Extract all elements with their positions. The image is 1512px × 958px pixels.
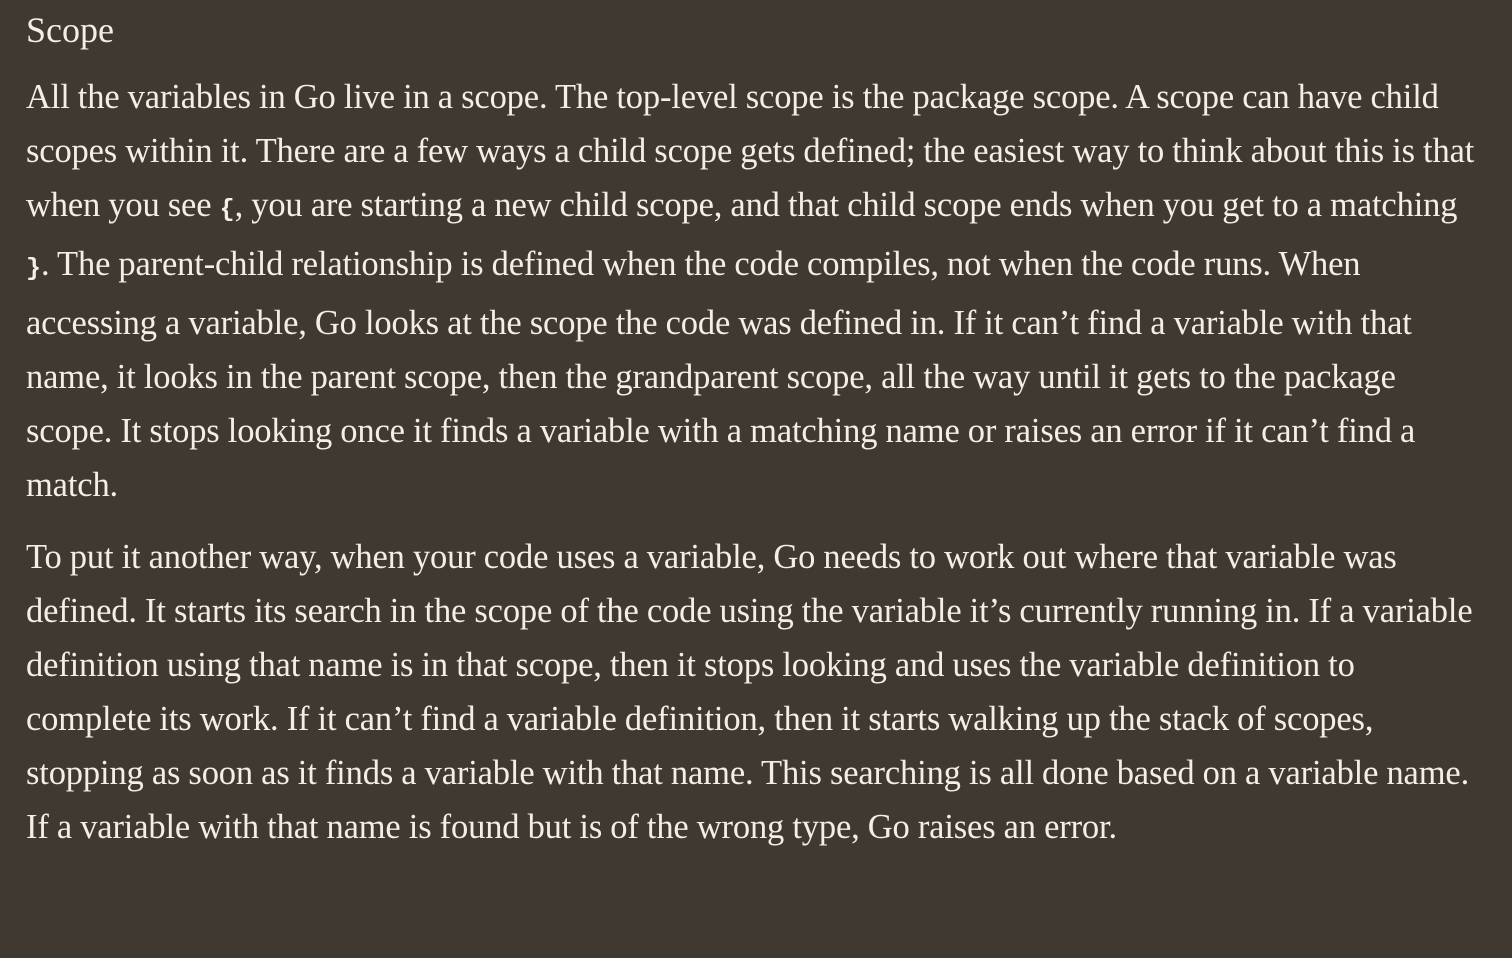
paragraph-scope-definition: All the variables in Go live in a scope.… [26, 70, 1486, 512]
paragraph-text: , you are starting a new child scope, an… [234, 186, 1458, 224]
close-brace-code: } [26, 254, 42, 283]
open-brace-code: { [219, 195, 235, 224]
section-heading: Scope [26, 10, 114, 50]
document-page: Scope All the variables in Go live in a … [0, 0, 1512, 958]
paragraph-variable-lookup: To put it another way, when your code us… [26, 538, 1473, 846]
paragraph-text: . The parent-child relationship is defin… [26, 245, 1416, 504]
